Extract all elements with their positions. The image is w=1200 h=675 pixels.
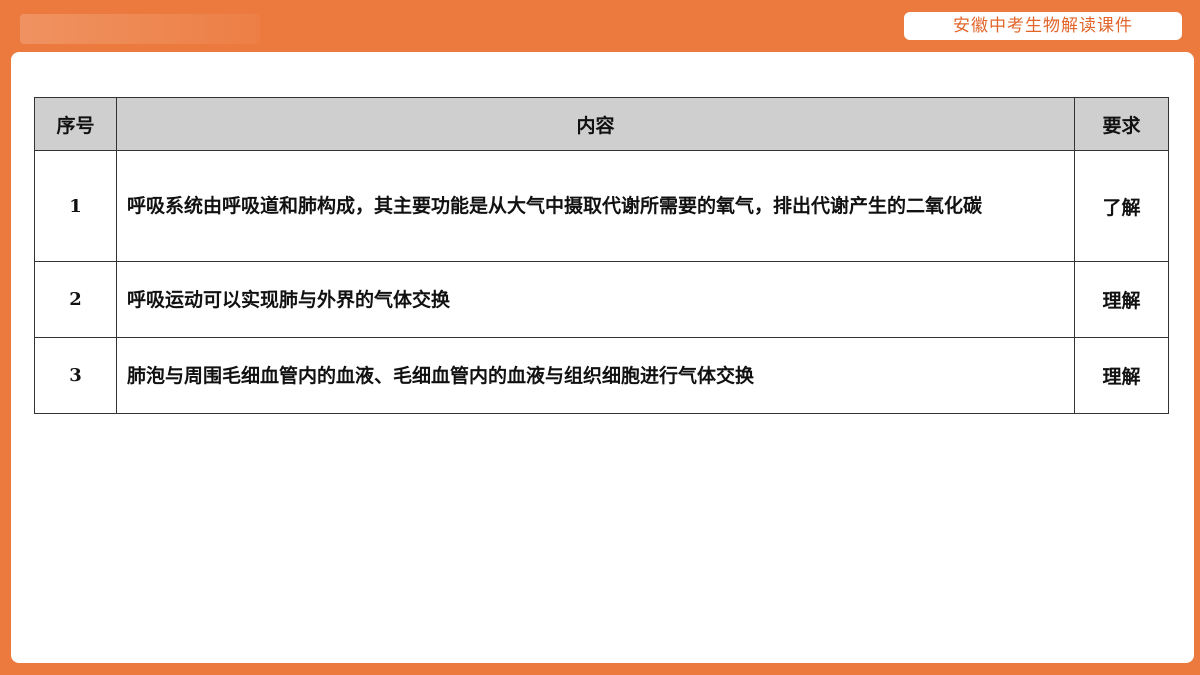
row-number: 3 bbox=[34, 337, 117, 414]
banner-highlight bbox=[20, 14, 260, 44]
table-header-row: 序号 内容 要求 bbox=[34, 97, 1169, 151]
course-badge: 安徽中考生物解读课件 bbox=[904, 12, 1182, 40]
top-banner: 安徽中考生物解读课件 bbox=[0, 0, 1200, 52]
row-requirement: 了解 bbox=[1074, 150, 1169, 262]
requirements-table: 序号 内容 要求 1 呼吸系统由呼吸道和肺构成，其主要功能是从大气中摄取代谢所需… bbox=[34, 97, 1169, 414]
table-row: 3 肺泡与周围毛细血管内的血液、毛细血管内的血液与组织细胞进行气体交换 理解 bbox=[34, 337, 1169, 414]
table-row: 2 呼吸运动可以实现肺与外界的气体交换 理解 bbox=[34, 261, 1169, 338]
row-content: 呼吸运动可以实现肺与外界的气体交换 bbox=[116, 261, 1075, 338]
column-header-number: 序号 bbox=[34, 97, 117, 151]
row-number: 1 bbox=[34, 150, 117, 262]
row-requirement: 理解 bbox=[1074, 337, 1169, 414]
column-header-content: 内容 bbox=[116, 97, 1075, 151]
table-row: 1 呼吸系统由呼吸道和肺构成，其主要功能是从大气中摄取代谢所需要的氧气，排出代谢… bbox=[34, 150, 1169, 262]
row-content: 呼吸系统由呼吸道和肺构成，其主要功能是从大气中摄取代谢所需要的氧气，排出代谢产生… bbox=[116, 150, 1075, 262]
row-requirement: 理解 bbox=[1074, 261, 1169, 338]
column-header-requirement: 要求 bbox=[1074, 97, 1169, 151]
row-content: 肺泡与周围毛细血管内的血液、毛细血管内的血液与组织细胞进行气体交换 bbox=[116, 337, 1075, 414]
row-number: 2 bbox=[34, 261, 117, 338]
